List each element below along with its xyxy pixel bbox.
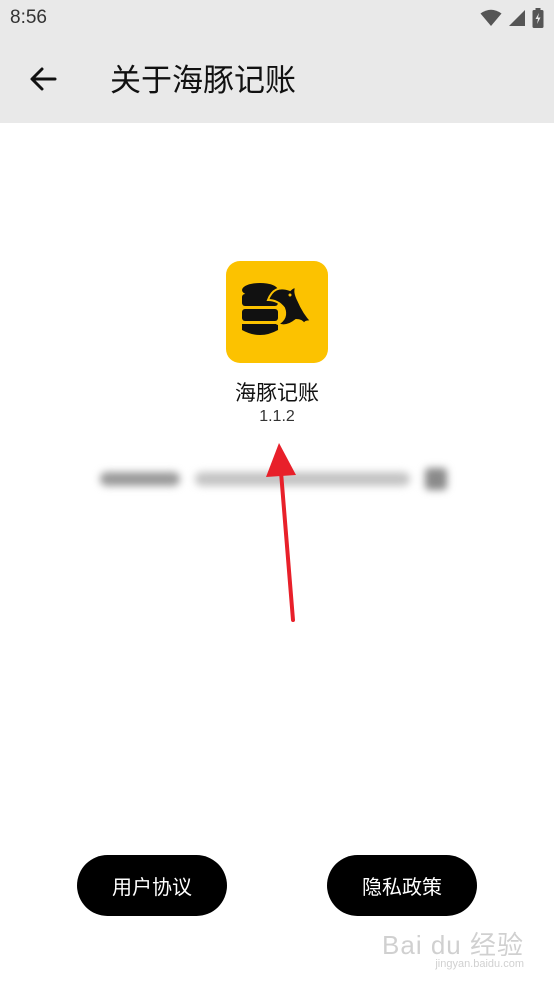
- page-title: 关于海豚记账: [110, 63, 296, 99]
- status-icons: [480, 8, 544, 32]
- watermark: Bai du 经验 jingyan.baidu.com: [382, 925, 524, 970]
- app-bar: 关于海豚记账: [0, 38, 554, 123]
- user-agreement-button[interactable]: 用户协议: [77, 855, 227, 916]
- watermark-main: Bai du 经验: [382, 930, 524, 960]
- battery-charging-icon: [532, 8, 544, 32]
- app-name: 海豚记账: [235, 381, 319, 405]
- dolphin-coins-icon: [238, 280, 316, 344]
- status-bar: 8:56: [0, 0, 554, 38]
- blurred-contact-info: [95, 464, 465, 494]
- signal-icon: [508, 9, 526, 31]
- back-button[interactable]: [22, 60, 64, 102]
- app-version: 1.1.2: [259, 408, 295, 425]
- privacy-policy-button[interactable]: 隐私政策: [327, 855, 477, 916]
- status-time: 8:56: [10, 7, 47, 28]
- arrow-left-icon: [29, 65, 57, 97]
- wifi-icon: [480, 9, 502, 31]
- app-logo: [226, 261, 328, 363]
